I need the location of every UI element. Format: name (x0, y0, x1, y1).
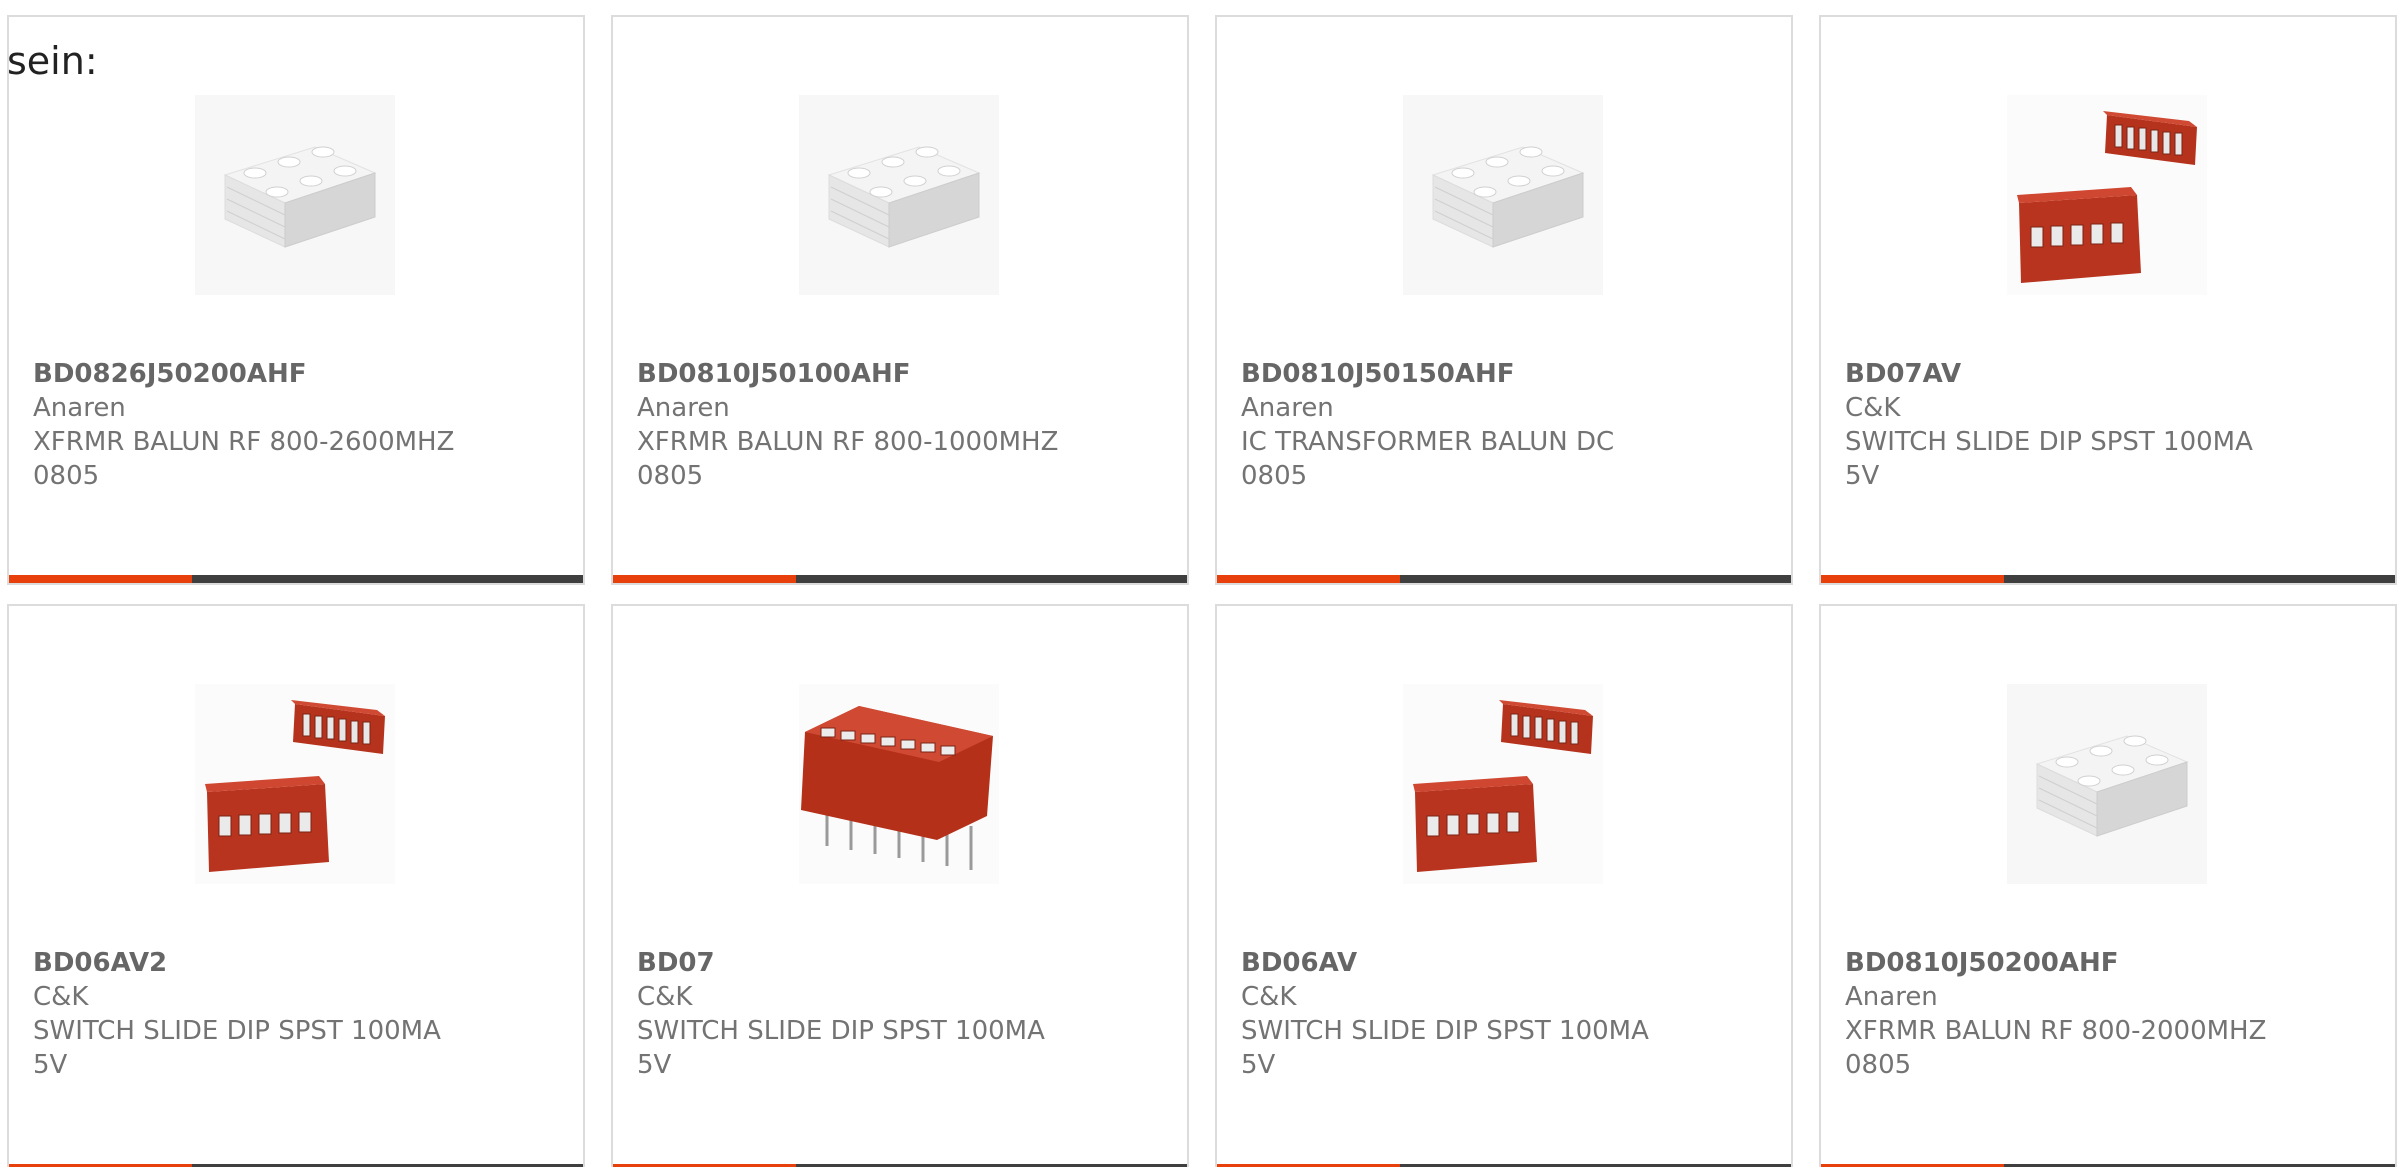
dip-switch-pair-image[interactable] (1403, 684, 1603, 884)
product-card[interactable]: BD0826J50200AHF Anaren XFRMR BALUN RF 80… (7, 15, 585, 585)
manufacturer: Anaren (1241, 393, 1334, 423)
product-card[interactable]: BD0810J50200AHF Anaren XFRMR BALUN RF 80… (1819, 604, 2397, 1167)
description-line1: SWITCH SLIDE DIP SPST 100MA (1845, 427, 2253, 457)
card-footer-bar (613, 575, 1187, 583)
card-accent-bar (1217, 575, 1400, 583)
product-info: BD0810J50100AHF Anaren XFRMR BALUN RF 80… (637, 357, 1137, 493)
manufacturer: C&K (1241, 982, 1297, 1012)
description-line2: 0805 (1845, 1050, 1912, 1080)
part-number[interactable]: BD07 (637, 946, 1137, 980)
balun-chip-image[interactable] (1403, 95, 1603, 295)
manufacturer: Anaren (33, 393, 126, 423)
part-number[interactable]: BD06AV (1241, 946, 1741, 980)
manufacturer: C&K (33, 982, 89, 1012)
part-number[interactable]: BD07AV (1845, 357, 2345, 391)
product-info: BD0826J50200AHF Anaren XFRMR BALUN RF 80… (33, 357, 533, 493)
card-footer-bar (1821, 575, 2395, 583)
balun-chip-image[interactable] (2007, 684, 2207, 884)
manufacturer: C&K (1845, 393, 1901, 423)
balun-chip-image[interactable] (799, 95, 999, 295)
part-number[interactable]: BD06AV2 (33, 946, 533, 980)
part-number[interactable]: BD0810J50150AHF (1241, 357, 1741, 391)
product-card[interactable]: BD0810J50100AHF Anaren XFRMR BALUN RF 80… (611, 15, 1189, 585)
description-line2: 5V (637, 1050, 672, 1080)
description-line1: XFRMR BALUN RF 800-2600MHZ (33, 427, 455, 457)
product-info: BD0810J50150AHF Anaren IC TRANSFORMER BA… (1241, 357, 1741, 493)
description-line1: SWITCH SLIDE DIP SPST 100MA (1241, 1016, 1649, 1046)
dip-switch-pair-image[interactable] (2007, 95, 2207, 295)
description-line2: 0805 (1241, 461, 1308, 491)
balun-chip-image[interactable] (195, 95, 395, 295)
product-info: BD06AV C&K SWITCH SLIDE DIP SPST 100MA 5… (1241, 946, 1741, 1082)
part-number[interactable]: BD0810J50100AHF (637, 357, 1137, 391)
product-card[interactable]: BD06AV2 C&K SWITCH SLIDE DIP SPST 100MA … (7, 604, 585, 1167)
description-line1: XFRMR BALUN RF 800-1000MHZ (637, 427, 1059, 457)
description-line1: SWITCH SLIDE DIP SPST 100MA (33, 1016, 441, 1046)
card-accent-bar (9, 575, 192, 583)
description-line2: 0805 (33, 461, 100, 491)
description-line2: 5V (1845, 461, 1880, 491)
product-info: BD07AV C&K SWITCH SLIDE DIP SPST 100MA 5… (1845, 357, 2345, 493)
product-card[interactable]: BD0810J50150AHF Anaren IC TRANSFORMER BA… (1215, 15, 1793, 585)
description-line1: SWITCH SLIDE DIP SPST 100MA (637, 1016, 1045, 1046)
manufacturer: Anaren (1845, 982, 1938, 1012)
description-line1: IC TRANSFORMER BALUN DC (1241, 427, 1615, 457)
product-card[interactable]: BD06AV C&K SWITCH SLIDE DIP SPST 100MA 5… (1215, 604, 1793, 1167)
card-accent-bar (613, 575, 796, 583)
product-grid-page: sein: BD0826J50200AHF Anaren XFRMR BALUN… (0, 0, 2400, 1167)
part-number[interactable]: BD0826J50200AHF (33, 357, 533, 391)
card-footer-bar (9, 575, 583, 583)
card-footer-bar (1217, 575, 1791, 583)
manufacturer: Anaren (637, 393, 730, 423)
product-info: BD06AV2 C&K SWITCH SLIDE DIP SPST 100MA … (33, 946, 533, 1082)
description-line2: 0805 (637, 461, 704, 491)
description-line2: 5V (1241, 1050, 1276, 1080)
product-card[interactable]: BD07AV C&K SWITCH SLIDE DIP SPST 100MA 5… (1819, 15, 2397, 585)
description-line1: XFRMR BALUN RF 800-2000MHZ (1845, 1016, 2267, 1046)
description-line2: 5V (33, 1050, 68, 1080)
product-info: BD07 C&K SWITCH SLIDE DIP SPST 100MA 5V (637, 946, 1137, 1082)
manufacturer: C&K (637, 982, 693, 1012)
dip-switch-pair-image[interactable] (195, 684, 395, 884)
dip-switch-single-image[interactable] (799, 684, 999, 884)
product-card[interactable]: BD07 C&K SWITCH SLIDE DIP SPST 100MA 5V (611, 604, 1189, 1167)
card-accent-bar (1821, 575, 2004, 583)
intro-text: sein: (7, 39, 98, 83)
part-number[interactable]: BD0810J50200AHF (1845, 946, 2345, 980)
product-info: BD0810J50200AHF Anaren XFRMR BALUN RF 80… (1845, 946, 2345, 1082)
